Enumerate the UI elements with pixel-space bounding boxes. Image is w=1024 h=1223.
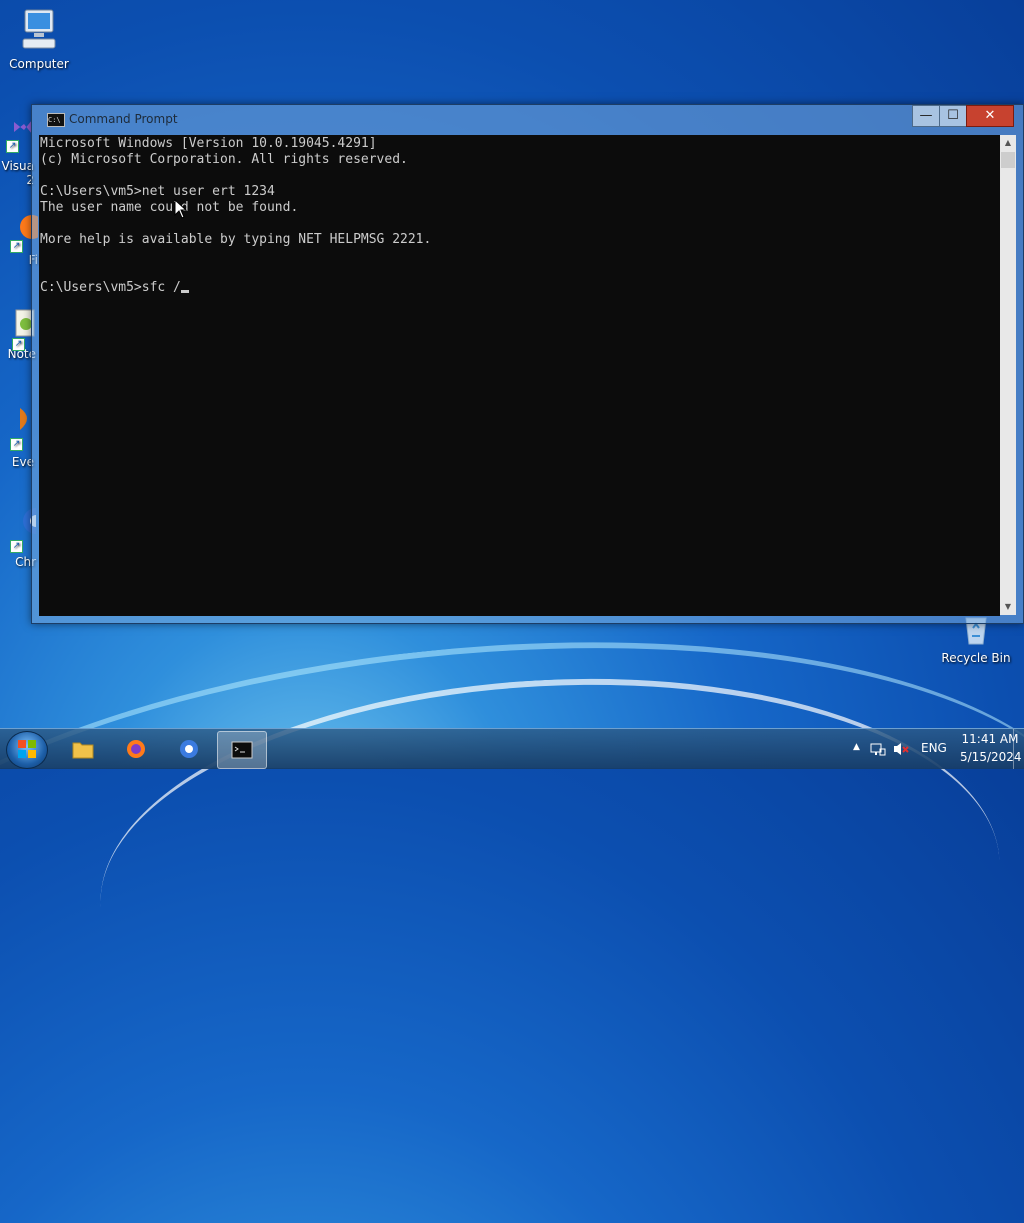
vertical-scrollbar[interactable]: ▲ ▼	[1000, 135, 1016, 615]
close-button[interactable]: ✕	[966, 105, 1014, 127]
console-line: Microsoft Windows [Version 10.0.19045.42…	[40, 136, 377, 151]
network-icon[interactable]	[870, 741, 886, 757]
folder-icon	[72, 742, 94, 759]
taskbar-command-prompt[interactable]	[217, 731, 267, 769]
console-line: (c) Microsoft Corporation. All rights re…	[40, 152, 408, 167]
shortcut-arrow-icon: ↗	[10, 240, 23, 253]
console-line: More help is available by typing NET HEL…	[40, 232, 432, 247]
chrome-icon	[180, 740, 198, 758]
desktop-icon-label: Computer	[9, 57, 69, 71]
tray-expand-icon[interactable]: ▲	[853, 742, 860, 752]
shortcut-arrow-icon: ↗	[12, 338, 25, 351]
windows-logo-icon	[18, 740, 36, 758]
desktop-icon-label: Visua	[1, 159, 35, 173]
computer-icon	[22, 9, 56, 49]
console-line: C:\Users\vm5>net user ert 1234	[40, 184, 275, 199]
taskbar: ▲ ENG 11:41 AM 5/15/2024	[0, 728, 1024, 769]
shortcut-arrow-icon: ↗	[6, 140, 19, 153]
title-bar[interactable]: C:\ Command Prompt — ☐ ✕	[32, 105, 1023, 135]
taskbar-chrome[interactable]	[165, 731, 213, 767]
scroll-down-icon[interactable]: ▼	[1000, 599, 1016, 615]
taskbar-file-explorer[interactable]	[59, 731, 107, 767]
minimize-button[interactable]: —	[912, 105, 940, 127]
volume-muted-icon[interactable]	[892, 741, 910, 757]
desktop-icon-computer[interactable]: Computer	[7, 8, 71, 71]
start-button[interactable]	[6, 731, 48, 769]
text-cursor	[180, 290, 189, 293]
desktop-icon-everything[interactable]: ↗ Eve	[0, 404, 34, 469]
show-desktop-button[interactable]	[1013, 729, 1024, 769]
clock-date[interactable]: 5/15/2024	[960, 750, 1022, 764]
scroll-up-icon[interactable]: ▲	[1000, 135, 1016, 151]
desktop-icon-label: Recycle Bin	[941, 651, 1011, 665]
desktop-icon-label: 2	[0, 173, 34, 187]
scroll-thumb[interactable]	[1001, 152, 1015, 168]
clock-time[interactable]: 11:41 AM	[960, 732, 1020, 746]
firefox-icon	[127, 740, 145, 758]
command-prompt-icon	[231, 741, 253, 759]
command-prompt-window[interactable]: C:\ Command Prompt — ☐ ✕ Microsoft Windo…	[31, 104, 1024, 624]
mouse-pointer-icon	[174, 199, 188, 219]
shortcut-arrow-icon: ↗	[10, 540, 23, 553]
taskbar-firefox[interactable]	[112, 731, 160, 767]
desktop-icon-visual-studio[interactable]: ↗ Visua 2	[0, 116, 34, 187]
desktop-icon-label: Eve	[11, 455, 34, 469]
system-tray: ▲ ENG 11:41 AM 5/15/2024	[834, 729, 1024, 769]
command-prompt-icon: C:\	[47, 113, 65, 127]
window-title: Command Prompt	[69, 112, 178, 126]
maximize-button[interactable]: ☐	[939, 105, 967, 127]
shortcut-arrow-icon: ↗	[10, 438, 23, 451]
console-input[interactable]: C:\Users\vm5>sfc /	[40, 280, 181, 295]
language-indicator[interactable]: ENG	[921, 741, 947, 755]
console-prompt-line[interactable]: C:\Users\vm5>sfc /	[39, 280, 1000, 296]
